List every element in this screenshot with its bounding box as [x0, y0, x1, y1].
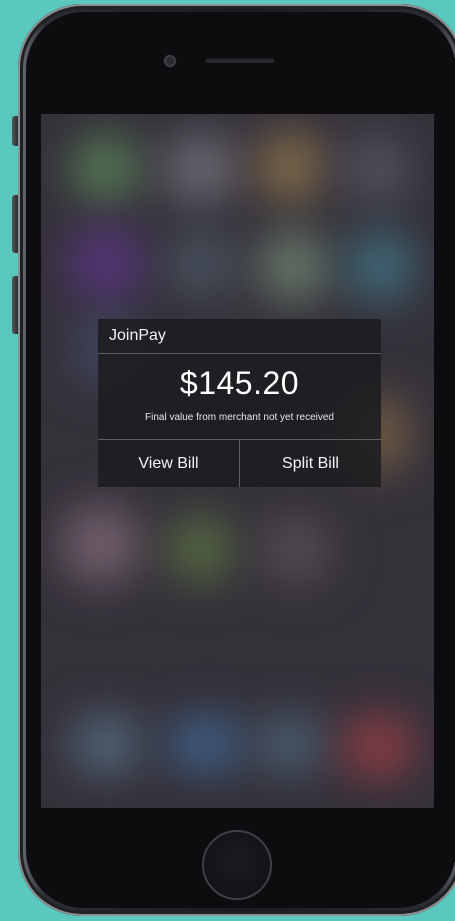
bill-amount: $145.20 — [179, 365, 300, 401]
widget-header: JoinPay — [98, 319, 381, 354]
earpiece-speaker — [205, 57, 275, 63]
volume-down-button — [12, 276, 18, 334]
status-text: Final value from merchant not yet receiv… — [145, 412, 334, 423]
view-bill-button[interactable]: View Bill — [98, 440, 239, 487]
mute-switch — [12, 116, 18, 146]
stage: JoinPay $145.20 Final value from merchan… — [0, 0, 455, 921]
app-name: JoinPay — [109, 327, 166, 344]
joinpay-widget: JoinPay $145.20 Final value from merchan… — [98, 319, 381, 487]
widget-actions: View Bill Split Bill — [98, 439, 381, 487]
front-camera-icon — [164, 55, 176, 67]
split-bill-button[interactable]: Split Bill — [239, 440, 381, 487]
volume-up-button — [12, 195, 18, 253]
home-button[interactable] — [202, 830, 272, 900]
